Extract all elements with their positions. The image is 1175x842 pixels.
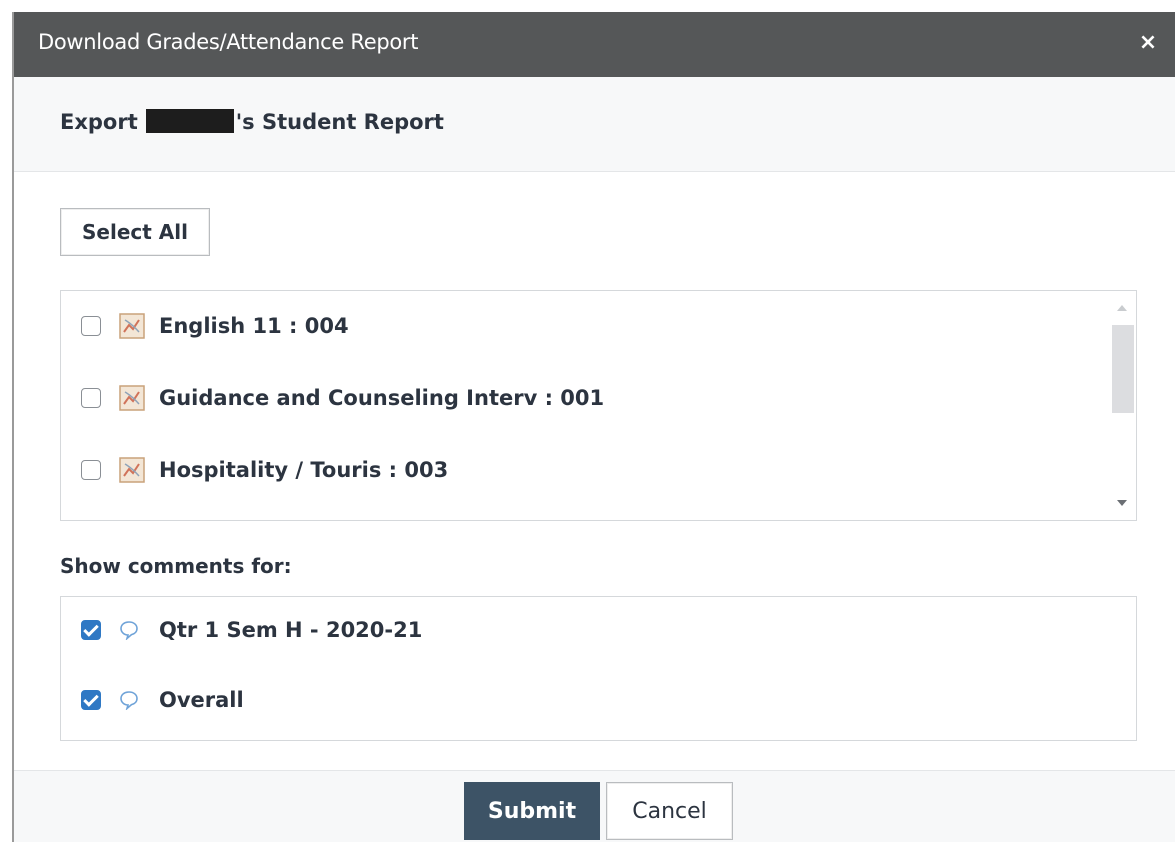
scroll-thumb[interactable]	[1112, 325, 1134, 413]
course-icon	[119, 385, 145, 411]
export-title: Export 's Student Report	[60, 109, 444, 134]
submit-button[interactable]: Submit	[464, 782, 600, 840]
download-report-dialog: Download Grades/Attendance Report × Expo…	[12, 12, 1175, 842]
close-icon[interactable]: ×	[1137, 32, 1159, 54]
comments-heading: Show comments for:	[60, 554, 292, 578]
list-item[interactable]: Qtr 1 Sem H - 2020-21	[81, 610, 422, 650]
select-all-button[interactable]: Select All	[60, 208, 210, 256]
course-label: Guidance and Counseling Interv : 001	[159, 386, 605, 410]
list-item[interactable]: Hospitality / Touris : 003	[81, 450, 448, 490]
list-item[interactable]: Guidance and Counseling Interv : 001	[81, 378, 604, 418]
comment-label: Qtr 1 Sem H - 2020-21	[159, 618, 423, 642]
comment-checkbox[interactable]	[81, 620, 101, 640]
list-item[interactable]: Overall	[81, 680, 244, 720]
redacted-student-name	[145, 109, 234, 133]
course-list: English 11 : 004 Guidance and Counseling…	[60, 290, 1137, 521]
report-header: Export 's Student Report	[14, 77, 1175, 172]
course-list-scrollbar[interactable]	[1108, 291, 1136, 520]
comment-label: Overall	[159, 688, 244, 712]
dialog-titlebar: Download Grades/Attendance Report ×	[14, 12, 1175, 77]
dialog-footer: Submit Cancel	[14, 770, 1175, 842]
course-checkbox[interactable]	[81, 388, 101, 408]
export-suffix: 's Student Report	[235, 110, 444, 134]
export-prefix: Export	[60, 110, 138, 134]
comment-list: Qtr 1 Sem H - 2020-21 Overall	[60, 596, 1137, 741]
comment-checkbox[interactable]	[81, 690, 101, 710]
course-label: English 11 : 004	[159, 314, 349, 338]
list-item[interactable]: English 11 : 004	[81, 306, 349, 346]
comment-icon	[120, 621, 138, 640]
scroll-down-icon[interactable]	[1117, 500, 1127, 506]
scroll-up-icon[interactable]	[1117, 305, 1127, 311]
cancel-button[interactable]: Cancel	[606, 782, 733, 840]
comment-icon	[120, 691, 138, 710]
course-label: Hospitality / Touris : 003	[159, 458, 449, 482]
course-icon	[119, 313, 145, 339]
course-icon	[119, 457, 145, 483]
course-checkbox[interactable]	[81, 460, 101, 480]
course-checkbox[interactable]	[81, 316, 101, 336]
dialog-title: Download Grades/Attendance Report	[38, 30, 419, 54]
